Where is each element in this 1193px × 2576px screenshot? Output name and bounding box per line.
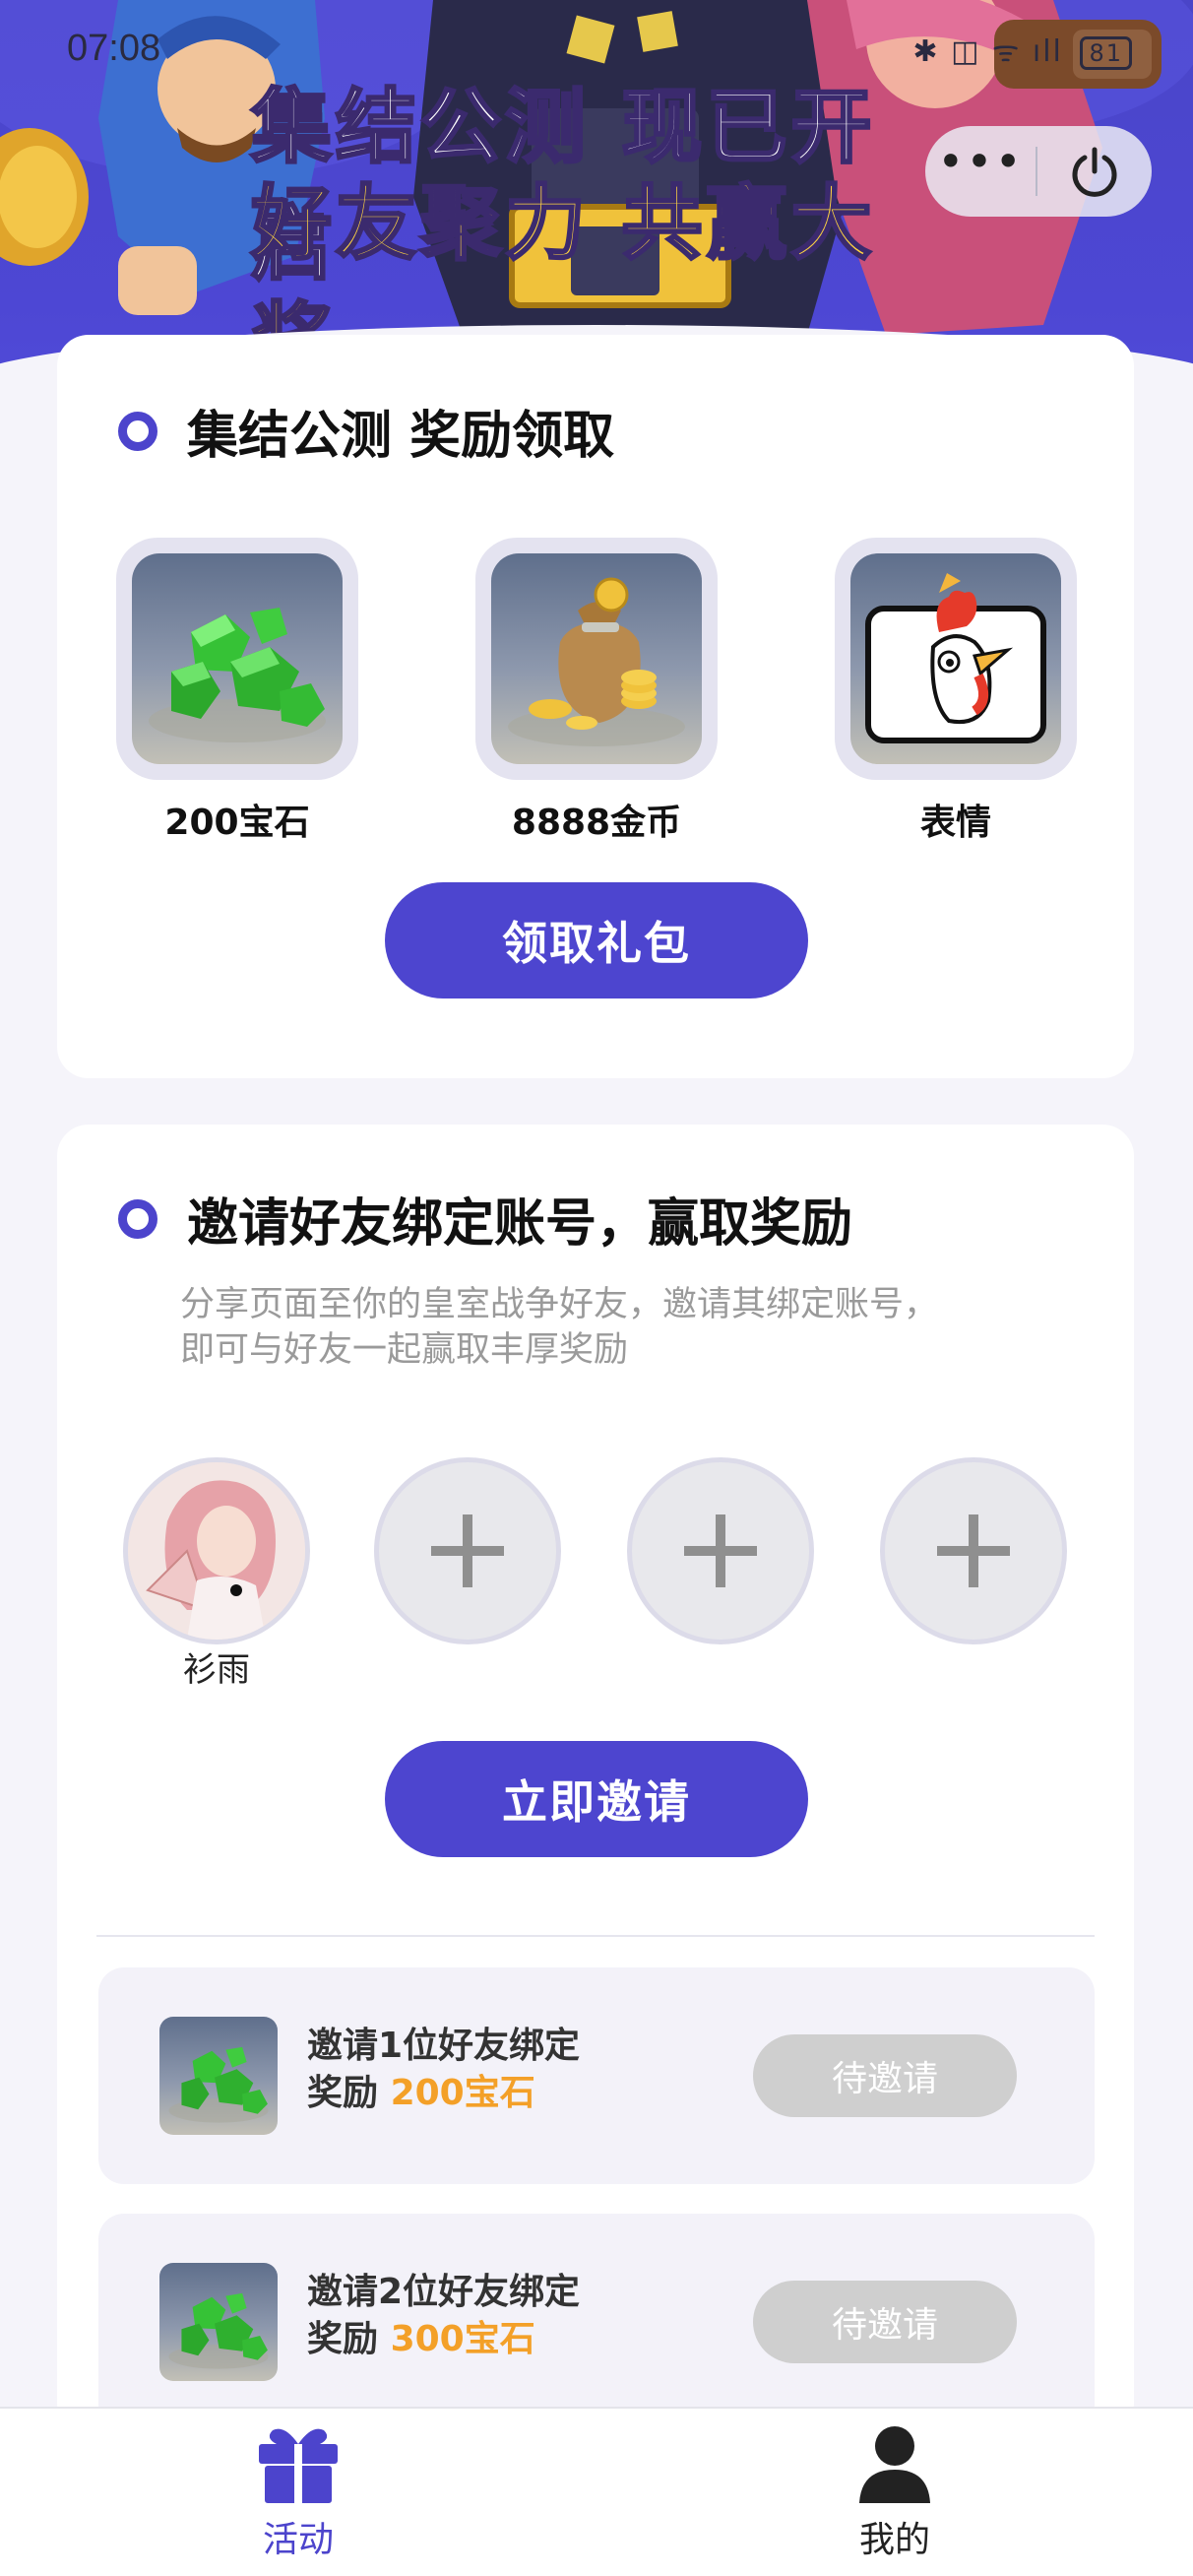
friend-slot-filled: 衫雨 [123,1457,310,1691]
task-reward-value: 300宝石 [390,2319,535,2359]
plus-icon [937,1514,1010,1587]
pending-invite-button[interactable]: 待邀请 [753,2281,1017,2363]
task-reward-prefix: 奖励 [307,2319,379,2359]
task-text: 邀请1位好友绑定 奖励 200宝石 [307,2023,580,2117]
reward-item-coins: 8888金币 [473,538,720,845]
title-bullet-icon [118,1198,157,1239]
reward-item-gems: 200宝石 [114,538,360,845]
task-row: 邀请1位好友绑定 奖励 200宝石 待邀请 [98,1967,1095,2184]
task-text: 邀请2位好友绑定 奖励 300宝石 [307,2269,580,2363]
friend-name: 衫雨 [183,1650,250,1690]
section-divider [96,1935,1095,1937]
status-signal-icons: ✱ ◫ ᯤ ıll [912,34,1063,69]
task-reward-prefix: 奖励 [307,2073,379,2113]
avatar [123,1457,310,1644]
reward-item-emote: 表情 [833,538,1079,845]
task-row: 邀请2位好友绑定 奖励 300宝石 待邀请 [98,2214,1095,2430]
invite-description-line1: 分享页面至你的皇室战争好友，邀请其绑定账号， [180,1285,939,1324]
title-bullet-icon [118,411,157,451]
reward-label: 8888金币 [511,803,682,843]
gems-icon [159,2017,278,2135]
reward-label: 200宝石 [164,803,310,843]
task-title: 邀请2位好友绑定 [307,2272,581,2312]
friend-slot-empty[interactable] [627,1457,814,1644]
task-reward-line: 奖励 200宝石 [307,2070,580,2117]
bottom-tab-bar: 活动 我的 [0,2407,1193,2576]
plus-icon [684,1514,757,1587]
status-time: 07:08 [67,28,161,69]
status-indicators: ✱ ◫ ᯤ ıll 81 [912,30,1132,70]
add-friend-slot[interactable] [627,1457,814,1644]
reward-claim-card: 集结公测 奖励领取 200宝石 8888金币 表情 领取礼包 [57,335,1134,1078]
gems-icon [159,2263,278,2381]
close-miniprogram-button[interactable] [1037,145,1152,198]
tab-activity[interactable]: 活动 [0,2409,596,2576]
invite-friends-card: 邀请好友绑定账号，赢取奖励 分享页面至你的皇室战争好友，邀请其绑定账号， 即可与… [57,1125,1134,2434]
claim-gift-button[interactable]: 领取礼包 [385,882,808,998]
pending-invite-button[interactable]: 待邀请 [753,2034,1017,2117]
plus-icon [431,1514,504,1587]
chicken-emote-icon [850,553,1061,764]
reward-frame [475,538,718,780]
task-title: 邀请1位好友绑定 [307,2026,581,2066]
miniprogram-capsule: ••• [925,126,1152,217]
coin-bag-icon [491,553,702,764]
add-friend-slot[interactable] [880,1457,1067,1644]
friend-slot-empty[interactable] [374,1457,561,1644]
reward-card-title-text: 集结公测 奖励领取 [187,407,615,466]
more-button[interactable]: ••• [925,139,1036,201]
friend-slot-empty[interactable] [880,1457,1067,1644]
reward-card-title: 集结公测 奖励领取 [118,394,614,468]
add-friend-slot[interactable] [374,1457,561,1644]
reward-frame [116,538,358,780]
invite-card-title-text: 邀请好友绑定账号，赢取奖励 [187,1194,853,1254]
tab-mine[interactable]: 我的 [596,2409,1193,2576]
power-icon [1072,147,1117,197]
task-reward-line: 奖励 300宝石 [307,2316,580,2363]
invite-now-button[interactable]: 立即邀请 [385,1741,808,1857]
invite-card-title: 邀请好友绑定账号，赢取奖励 [118,1182,852,1256]
tab-label: 活动 [262,2520,334,2560]
invite-description-line2: 即可与好友一起赢取丰厚奖励 [180,1330,629,1370]
reward-frame [835,538,1077,780]
task-reward-value: 200宝石 [390,2073,535,2113]
invite-description: 分享页面至你的皇室战争好友，邀请其绑定账号， 即可与好友一起赢取丰厚奖励 [180,1282,1046,1373]
battery-level: 81 [1089,38,1123,67]
battery-icon: 81 [1080,35,1132,70]
gems-icon [132,553,343,764]
tab-label: 我的 [858,2520,930,2560]
gift-icon [259,2428,338,2503]
person-icon [859,2426,930,2503]
reward-label: 表情 [919,803,991,843]
